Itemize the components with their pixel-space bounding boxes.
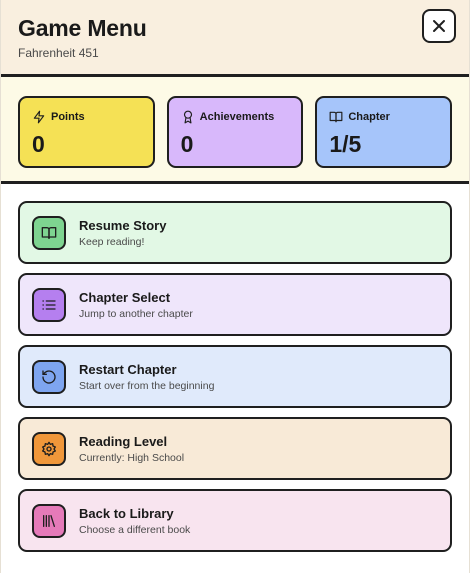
page-title: Game Menu — [18, 15, 147, 41]
stat-card-chapter: Chapter 1/5 — [315, 96, 453, 168]
stat-label: Points — [51, 111, 85, 123]
item-description: Keep reading! — [79, 235, 145, 248]
item-title: Restart Chapter — [79, 361, 177, 377]
lightning-icon — [32, 110, 46, 124]
book-subtitle: Fahrenheit 451 — [18, 46, 99, 60]
restart-icon — [32, 359, 66, 394]
item-title: Chapter Select — [79, 289, 171, 305]
book-open-icon — [32, 215, 66, 250]
stat-card-points: Points 0 — [18, 96, 155, 168]
gear-icon — [32, 431, 66, 466]
item-description: Currently: High School — [79, 451, 185, 464]
reading-level-button[interactable]: Reading Level Currently: High School — [18, 417, 452, 480]
item-description: Start over from the beginning — [79, 379, 215, 392]
award-icon — [181, 110, 195, 124]
stat-value: 0 — [32, 131, 45, 157]
item-description: Jump to another chapter — [79, 307, 193, 320]
item-title: Resume Story — [79, 217, 167, 233]
item-title: Reading Level — [79, 433, 168, 449]
list-icon — [32, 287, 66, 322]
back-to-library-button[interactable]: Back to Library Choose a different book — [18, 489, 452, 552]
library-icon — [32, 503, 66, 538]
stat-value: 1/5 — [329, 131, 362, 157]
stat-label: Achievements — [199, 111, 275, 123]
close-button[interactable] — [422, 9, 456, 43]
menu-header: Game Menu Fahrenheit 451 — [1, 0, 469, 77]
stats-bar: Points 0 Achievements 0 Chapter 1/5 — [1, 77, 469, 184]
close-icon — [432, 19, 446, 33]
item-description: Choose a different book — [79, 523, 191, 536]
restart-chapter-button[interactable]: Restart Chapter Start over from the begi… — [18, 345, 452, 408]
chapter-select-button[interactable]: Chapter Select Jump to another chapter — [18, 273, 452, 336]
game-menu-panel: Game Menu Fahrenheit 451 Points 0 Achiev — [0, 0, 470, 573]
menu-list: Resume Story Keep reading! Chapter Selec… — [1, 184, 469, 552]
item-title: Back to Library — [79, 505, 174, 521]
stat-value: 0 — [180, 131, 194, 157]
book-open-icon — [329, 110, 343, 124]
resume-story-button[interactable]: Resume Story Keep reading! — [18, 201, 452, 264]
stat-label: Chapter — [348, 111, 390, 123]
stat-card-achievements: Achievements 0 — [166, 96, 304, 168]
